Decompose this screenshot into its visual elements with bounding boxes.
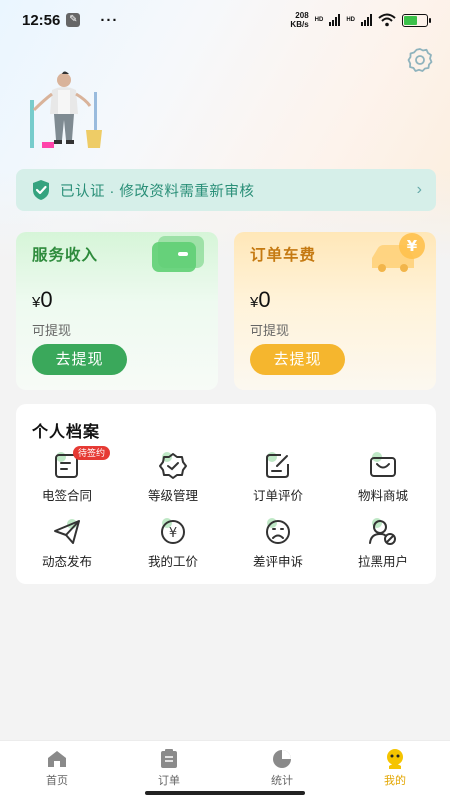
- wallet-icon: [152, 236, 204, 272]
- verified-shield-icon: [33, 180, 49, 200]
- card-title: 订单车费: [250, 247, 317, 264]
- service-income-card[interactable]: 服务收入 ¥0 可提现 去提现: [16, 232, 218, 390]
- grid-item-label: 动态发布: [41, 555, 92, 569]
- pending-sign-badge: 待签约: [73, 446, 111, 460]
- home-icon: [48, 751, 66, 767]
- svg-text:¥: ¥: [407, 237, 418, 255]
- net-speed-unit: KB/s: [290, 20, 309, 29]
- withdraw-button[interactable]: 去提现: [32, 344, 127, 375]
- signal-icon-2: [361, 14, 372, 26]
- hd-label: HD: [314, 17, 324, 23]
- yen-coin-icon: ¥: [161, 518, 185, 544]
- svg-text:¥: ¥: [169, 526, 177, 541]
- grid-item-contract[interactable]: 待签约 电签合同: [27, 446, 111, 508]
- home-indicator: [145, 791, 305, 795]
- grid-item-level[interactable]: 等级管理: [133, 452, 213, 508]
- grid-item-label: 电签合同: [41, 489, 92, 503]
- send-icon: [54, 519, 80, 544]
- tab-label: 首页: [46, 775, 68, 787]
- net-speed-value: 208: [295, 11, 309, 20]
- more-dots: ···: [100, 11, 119, 29]
- tab-my[interactable]: 我的: [365, 749, 425, 788]
- car-yen-icon: ¥: [372, 233, 425, 272]
- wifi-icon: [378, 13, 396, 27]
- sad-face-icon: [266, 518, 290, 544]
- withdraw-button[interactable]: 去提现: [250, 344, 345, 375]
- wrench-icon: ✎: [66, 13, 81, 27]
- order-fare-card[interactable]: 订单车费 ¥ ¥0 可提现 去提现: [234, 232, 436, 390]
- status-bar: 12:56 ✎ ··· 208 KB/s HD HD: [0, 0, 450, 40]
- chevron-right-icon: ›: [416, 181, 422, 198]
- card-amount: ¥0: [250, 287, 271, 313]
- tab-stats[interactable]: 统计: [252, 749, 312, 788]
- network-speed: 208 KB/s: [290, 11, 308, 29]
- settings-gear-icon[interactable]: [406, 46, 434, 74]
- stats-icon: [273, 750, 291, 768]
- grid-item-post[interactable]: 动态发布: [27, 518, 107, 574]
- hd-label-2: HD: [346, 17, 355, 23]
- grid-item-block[interactable]: 拉黑用户: [343, 518, 423, 574]
- grid-item-shop[interactable]: 物料商城: [343, 452, 423, 508]
- card-title: 服务收入: [32, 247, 99, 264]
- level-badge-icon: [159, 452, 187, 479]
- avatar[interactable]: [24, 70, 120, 150]
- card-subtitle: 可提现: [32, 323, 72, 338]
- shop-bag-icon: [370, 452, 396, 477]
- tab-label: 我的: [384, 775, 406, 787]
- signal-icon: [329, 14, 341, 26]
- grid-item-appeal[interactable]: 差评申诉: [238, 518, 318, 574]
- section-title: 个人档案: [32, 424, 101, 441]
- grid-item-label: 拉黑用户: [357, 555, 408, 569]
- tab-label: 统计: [271, 775, 293, 787]
- block-user-icon: [369, 518, 396, 545]
- profile-section: 个人档案 待签约 电签合同 等级管理 订单评价 物料商城 动态发布 ¥ 我的工价…: [16, 404, 436, 584]
- certification-text: 已认证 · 修改资料需重新审核: [60, 183, 255, 200]
- edit-review-icon: [266, 452, 289, 478]
- tab-home[interactable]: 首页: [27, 749, 87, 788]
- grid-item-label: 订单评价: [252, 489, 303, 503]
- my-icon: [387, 749, 403, 769]
- status-time: 12:56: [22, 11, 61, 29]
- card-amount: ¥0: [32, 287, 53, 313]
- amount-value: 0: [258, 287, 271, 312]
- card-subtitle: 可提现: [250, 323, 290, 338]
- certification-banner[interactable]: 已认证 · 修改资料需重新审核 ›: [16, 169, 436, 211]
- grid-item-wage[interactable]: ¥ 我的工价: [133, 518, 213, 574]
- grid-item-label: 等级管理: [147, 489, 198, 503]
- grid-item-label: 我的工价: [147, 555, 198, 569]
- battery-icon: [402, 13, 431, 27]
- order-icon: [161, 749, 177, 768]
- tab-orders[interactable]: 订单: [139, 749, 199, 788]
- grid-item-label: 物料商城: [357, 489, 408, 503]
- grid-item-review[interactable]: 订单评价: [238, 452, 318, 508]
- tab-label: 订单: [158, 775, 180, 787]
- amount-value: 0: [40, 287, 53, 312]
- grid-item-label: 差评申诉: [252, 555, 303, 569]
